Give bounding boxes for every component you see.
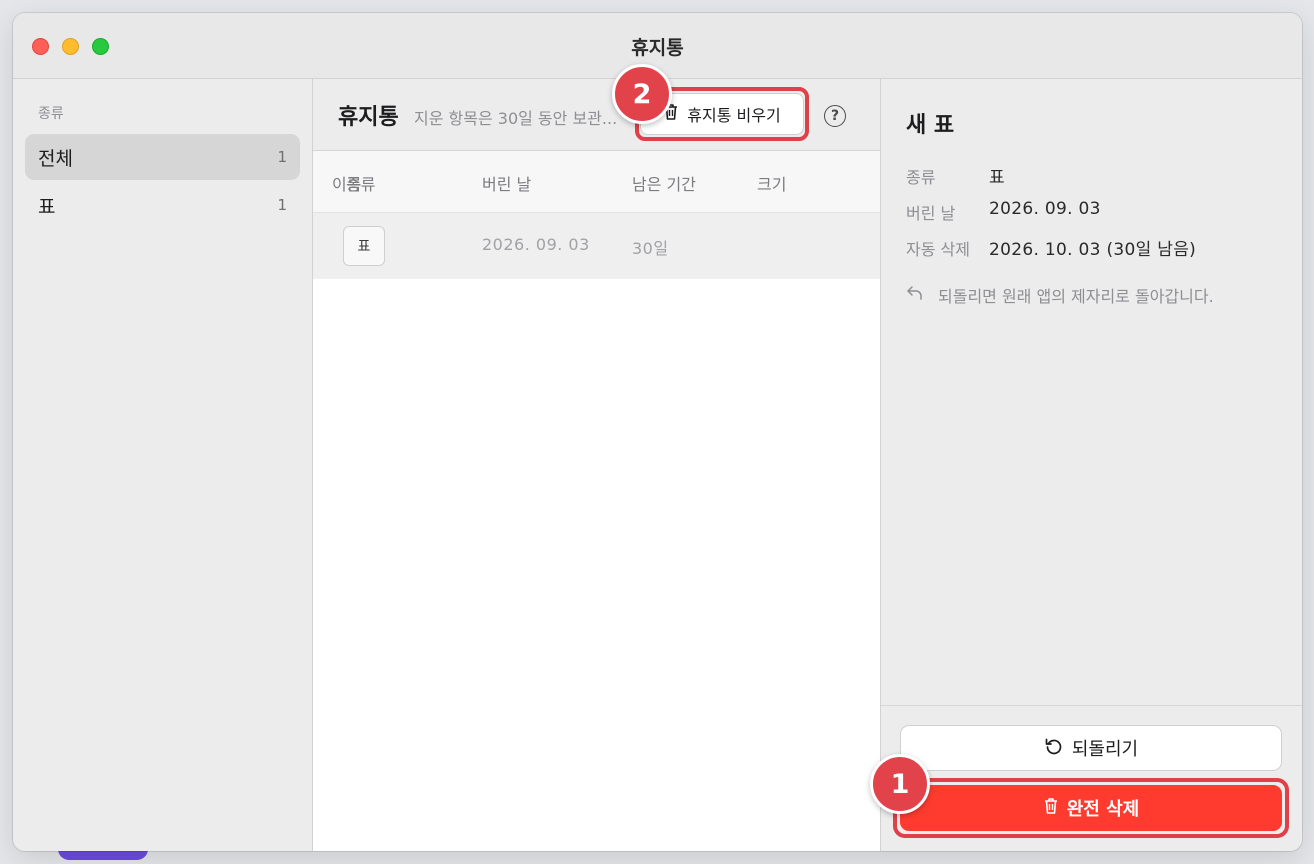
cell-deleted-date: 2026. 09. 03 (482, 235, 590, 254)
sidebar-item-all[interactable]: 전체 1 (25, 134, 300, 180)
callout-badge-2: 2 (612, 64, 672, 124)
highlight-ring-delete (893, 778, 1289, 838)
column-header-remaining[interactable]: 남은 기간 (632, 171, 696, 195)
cell-remaining: 30일 (632, 239, 669, 258)
sidebar-item-label: 전체 (38, 147, 73, 170)
restore-icon (1044, 736, 1064, 761)
window-title: 휴지통 (631, 37, 684, 59)
sidebar-item-count: 1 (277, 196, 287, 214)
type-chip: 표 (343, 226, 385, 266)
list-header: 휴지통 지운 항목은 30일 동안 보관... 휴지통 비우기 ? (313, 79, 880, 151)
detail-panel: 새 표 종류 표 버린 날 2026. 09. 03 자동 삭제 2026. 1… (881, 79, 1302, 851)
column-header-size[interactable]: 크기 (757, 171, 786, 195)
detail-key-deleted: 버린 날 (906, 204, 956, 223)
column-header-type[interactable]: 종류 (346, 171, 375, 195)
trash-list-panel: 휴지통 지운 항목은 30일 동안 보관... 휴지통 비우기 ? 이름 종류 … (313, 79, 881, 851)
sidebar-item-label: 표 (38, 195, 56, 218)
help-icon[interactable]: ? (824, 105, 846, 127)
undo-arrow-icon (906, 285, 924, 305)
sidebar-heading: 종류 (38, 106, 64, 122)
detail-value-deleted: 2026. 09. 03 (989, 199, 1101, 219)
restore-label: 되돌리기 (1071, 739, 1139, 760)
detail-value-auto-delete: 2026. 10. 03 (30일 남음) (989, 240, 1197, 260)
detail-title: 새 표 (906, 113, 955, 138)
footer-divider (881, 705, 1302, 706)
sidebar-item-table[interactable]: 표 1 (25, 182, 300, 228)
column-headers: 이름 종류 버린 날 남은 기간 크기 (313, 151, 880, 213)
restore-button[interactable]: 되돌리기 (900, 725, 1282, 771)
table-row[interactable]: 표 2026. 09. 03 30일 (313, 213, 880, 279)
sidebar: 종류 전체 1 표 1 (13, 79, 313, 851)
callout-badge-1: 1 (870, 754, 930, 814)
trash-window: 휴지통 종류 전체 1 표 1 휴지통 지운 항목은 30일 동안 보관... … (13, 13, 1302, 851)
detail-value-type: 표 (989, 168, 1005, 188)
detail-key-auto-delete: 자동 삭제 (906, 240, 970, 259)
sidebar-item-count: 1 (277, 148, 287, 166)
list-title: 휴지통 (338, 105, 399, 130)
restore-note: 되돌리면 원래 앱의 제자리로 돌아갑니다. (938, 287, 1214, 306)
list-subtitle: 지운 항목은 30일 동안 보관... (414, 109, 618, 128)
detail-key-type: 종류 (906, 168, 936, 187)
column-header-deleted[interactable]: 버린 날 (482, 171, 531, 195)
